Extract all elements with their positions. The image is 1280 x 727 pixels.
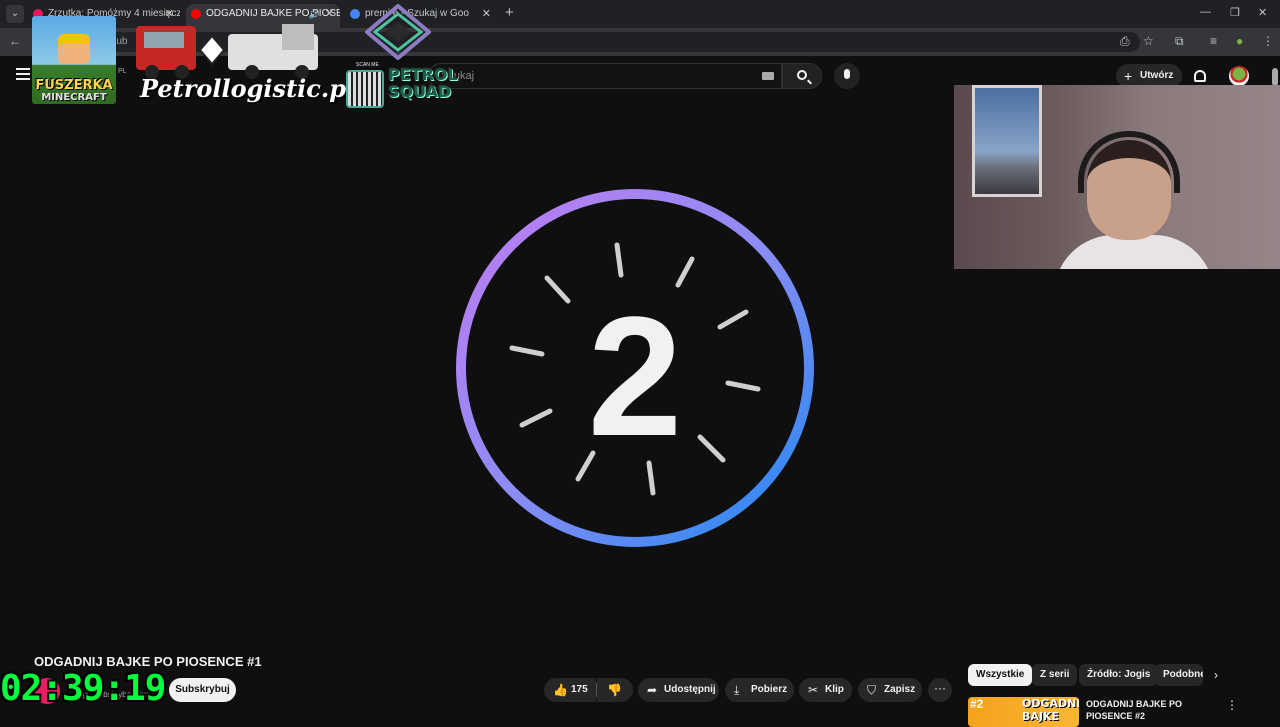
diamond-logo-icon xyxy=(365,4,431,60)
dislike-icon: 👎 xyxy=(607,683,622,697)
builder-character-image xyxy=(58,34,90,64)
restore-icon[interactable]: ❐ xyxy=(1230,6,1240,19)
bookmark-star-icon[interactable]: ☆ xyxy=(1143,34,1154,48)
chip-all[interactable]: Wszystkie xyxy=(968,664,1033,686)
qr-code-icon xyxy=(346,70,384,108)
install-app-icon[interactable]: ⎙ xyxy=(1120,34,1130,49)
menu-icon[interactable] xyxy=(16,68,30,80)
clip-label: Klip xyxy=(825,684,844,695)
keyboard-icon[interactable] xyxy=(762,72,774,80)
chip-from-series[interactable]: Z serii xyxy=(1032,664,1078,686)
share-button[interactable]: ➦ Udostępnij xyxy=(638,678,719,702)
more-icon: ··· xyxy=(934,681,946,695)
trucks-image xyxy=(136,24,318,79)
download-label: Pobierz xyxy=(751,684,788,695)
chevron-right-icon[interactable]: › xyxy=(1214,668,1218,682)
share-label: Udostępnij xyxy=(664,684,716,695)
save-label: Zapisz xyxy=(884,684,916,695)
google-favicon-icon xyxy=(350,9,360,19)
clip-button[interactable]: ✂ Klip xyxy=(799,678,852,702)
chip-source-jogis[interactable]: Źródło: Jogis xyxy=(1079,664,1159,686)
dislike-button[interactable]: 👎 xyxy=(597,678,633,702)
fuszerka-minecraft-logo: FUSZERKA MINECRAFT xyxy=(32,16,116,104)
petrol-squad-logo: SCAN ME PETROL SQUAD xyxy=(346,62,458,108)
countdown-number: 2 xyxy=(588,282,683,472)
share-icon: ➦ xyxy=(647,683,658,697)
bell-icon[interactable] xyxy=(1194,70,1206,82)
media-control-icon[interactable]: ≡ xyxy=(1210,34,1217,48)
browser-menu-icon[interactable]: ⋮ xyxy=(1262,34,1274,48)
new-tab-button[interactable]: + xyxy=(505,4,514,21)
video-info-panel: ODGADNIJ BAJKE PO PIOSENCE #1 tys. subsk… xyxy=(0,644,960,720)
scissors-icon: ✂ xyxy=(808,683,819,697)
countdown-graphic: 2 xyxy=(456,189,814,547)
like-button[interactable]: 👍 175 xyxy=(544,678,596,702)
search-button[interactable] xyxy=(782,63,822,89)
more-actions-button[interactable]: ··· xyxy=(928,678,952,702)
tab-list-button[interactable]: ⌄ xyxy=(6,5,24,23)
sponsor-logo-text: Petrollogistic.pl xyxy=(140,74,356,103)
bookmark-icon: ⛉ xyxy=(867,683,877,697)
search-input[interactable]: Szukaj xyxy=(428,63,782,89)
like-icon: 👍 xyxy=(553,683,568,697)
create-label: Utwórz xyxy=(1140,70,1174,81)
extensions-icon[interactable]: ⧉ xyxy=(1175,34,1184,49)
close-tab-icon[interactable]: ✕ xyxy=(482,4,491,24)
thumb-number: #2 xyxy=(970,697,984,711)
thumb-text: ODGADNIJ BAJKE xyxy=(1022,697,1079,723)
account-avatar[interactable] xyxy=(1229,66,1249,86)
subscribe-button[interactable]: Subskrybuj xyxy=(169,678,236,702)
like-count: 175 xyxy=(571,684,588,695)
page-scrollbar[interactable] xyxy=(1272,68,1278,86)
minimize-icon[interactable]: — xyxy=(1200,6,1211,18)
recommended-title[interactable]: ODGADNIJ BAJKE PO PIOSENCE #2 xyxy=(1086,698,1216,722)
streamer-body-image xyxy=(1054,235,1214,269)
headset-image xyxy=(1078,131,1180,193)
save-button[interactable]: ⛉ Zapisz xyxy=(858,678,922,702)
recommended-thumbnail[interactable]: #2 ODGADNIJ BAJKE xyxy=(968,697,1079,727)
search-icon xyxy=(797,70,807,80)
download-icon: ⤓ xyxy=(734,683,740,697)
video-title: ODGADNIJ BAJKE PO PIOSENCE #1 xyxy=(34,654,262,669)
back-arrow-icon[interactable]: ← xyxy=(9,34,21,48)
microphone-icon xyxy=(844,69,850,79)
youtube-logo-region[interactable]: PL xyxy=(118,68,127,75)
fuszerka-title: FUSZERKA xyxy=(35,78,113,93)
stream-timer: 02:39:19 xyxy=(0,668,166,709)
chip-similar[interactable]: Podobne xyxy=(1155,664,1203,686)
fuszerka-subtitle: MINECRAFT xyxy=(41,92,107,103)
recommended-more-icon[interactable]: ⋮ xyxy=(1226,698,1238,712)
webcam-feed xyxy=(954,85,1280,269)
voice-search-button[interactable] xyxy=(834,63,860,89)
window-close-icon[interactable]: ✕ xyxy=(1258,6,1267,19)
profile-icon[interactable]: ● xyxy=(1236,34,1243,48)
download-button[interactable]: ⤓ Pobierz xyxy=(725,678,794,702)
squad-text: PETROL SQUAD xyxy=(388,65,458,101)
room-window-image xyxy=(972,85,1042,197)
scan-me-label: SCAN ME xyxy=(356,62,379,68)
